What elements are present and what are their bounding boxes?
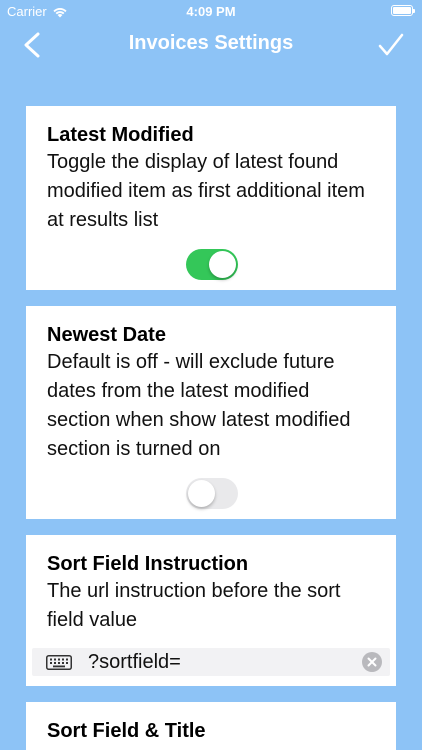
setting-description: The url instruction before the sort fiel… — [47, 580, 341, 631]
setting-description: Default is off - will exclude future dat… — [47, 351, 351, 460]
setting-title: Sort Field & Title — [47, 720, 206, 742]
clear-input-button[interactable] — [362, 652, 382, 672]
sort-field-input[interactable]: ?sortfield= — [32, 648, 390, 676]
setting-title: Newest Date — [47, 324, 166, 346]
newest-date-toggle[interactable] — [186, 478, 238, 509]
setting-title: Latest Modified — [47, 124, 194, 146]
setting-title: Sort Field Instruction — [47, 553, 249, 575]
page-title: Invoices Settings — [128, 32, 294, 54]
setting-description: Toggle the display of latest found modif… — [47, 151, 365, 231]
nav-bar: Invoices Settings — [0, 22, 422, 66]
keyboard-icon — [46, 655, 72, 670]
setting-card-newest-date: Newest Date Default is off - will exclud… — [26, 306, 396, 519]
checkmark-icon[interactable] — [376, 30, 406, 60]
battery-icon — [391, 5, 415, 16]
status-bar: Carrier 4:09 PM — [0, 0, 422, 22]
status-time: 4:09 PM — [186, 4, 236, 19]
toggle-knob — [209, 251, 236, 278]
latest-modified-toggle[interactable] — [186, 249, 238, 280]
toggle-knob — [188, 480, 215, 507]
sort-field-value: ?sortfield= — [88, 651, 181, 673]
setting-card-sort-field-title: Sort Field & Title — [26, 702, 396, 750]
close-icon — [367, 657, 377, 667]
setting-card-latest-modified: Latest Modified Toggle the display of la… — [26, 106, 396, 290]
setting-card-sort-field-instruction: Sort Field Instruction The url instructi… — [26, 535, 396, 686]
